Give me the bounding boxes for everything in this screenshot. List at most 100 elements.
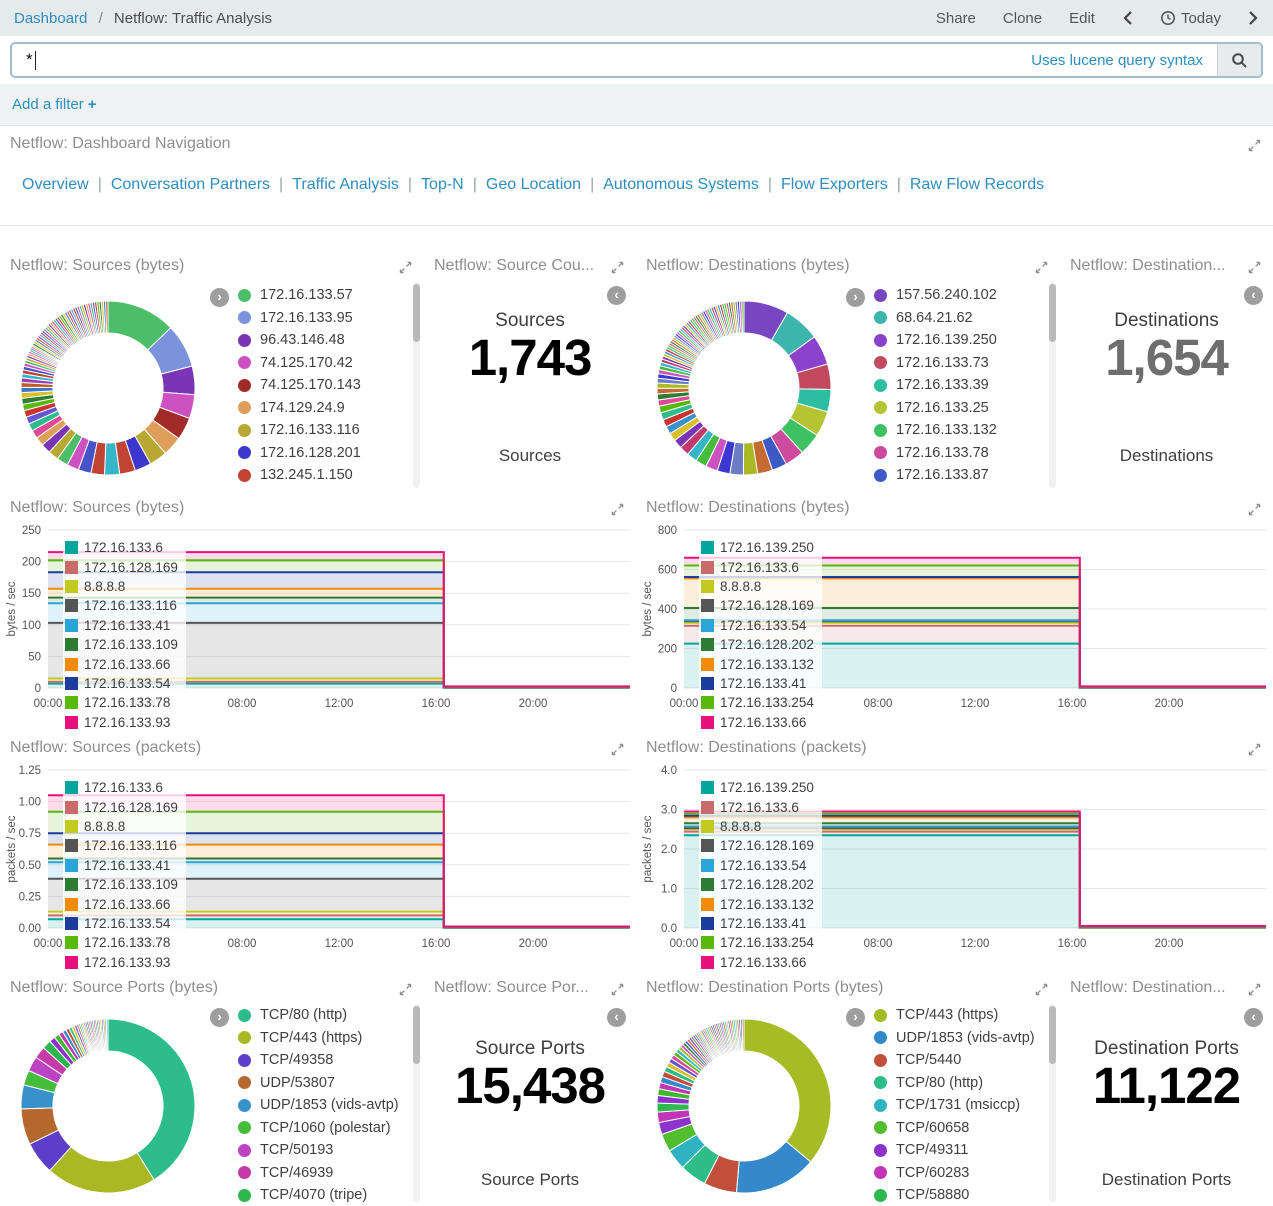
lucene-syntax-link[interactable]: Uses lucene query syntax	[1031, 52, 1217, 69]
legend-item[interactable]: 172.16.133.54	[65, 914, 178, 933]
breadcrumb-dashboard-link[interactable]: Dashboard	[14, 10, 87, 27]
legend-item[interactable]: 172.16.133.54	[65, 674, 178, 693]
legend-item[interactable]: 172.16.133.132	[701, 654, 814, 673]
legend-item[interactable]: UDP/1853 (vids-avtp)	[238, 1094, 399, 1117]
expand-panel-icon[interactable]	[1248, 139, 1261, 152]
scrollbar[interactable]	[1049, 1004, 1056, 1202]
nav-link-geo-location[interactable]: Geo Location	[486, 176, 581, 193]
legend-item[interactable]: TCP/443 (https)	[874, 1004, 1035, 1027]
scrollbar-thumb[interactable]	[413, 1006, 420, 1064]
legend-toggle-button[interactable]: ›	[846, 1008, 865, 1027]
legend-item[interactable]: 172.16.133.57	[238, 284, 361, 307]
legend-item[interactable]: 172.16.128.169	[701, 836, 814, 855]
legend-item[interactable]: 174.129.24.9	[238, 397, 361, 420]
legend-item[interactable]: TCP/58880	[874, 1184, 1035, 1206]
donut-slice[interactable]	[744, 1019, 831, 1162]
legend-item[interactable]: 172.16.133.109	[65, 635, 178, 654]
legend-item[interactable]: 172.16.128.169	[701, 596, 814, 615]
scrollbar-thumb[interactable]	[413, 284, 420, 342]
legend-item[interactable]: TCP/1731 (msiccp)	[874, 1094, 1035, 1117]
legend-item[interactable]: 172.16.133.66	[65, 654, 178, 673]
legend-item[interactable]: UDP/1853 (vids-avtp)	[874, 1027, 1035, 1050]
legend-item[interactable]: 157.56.240.102	[874, 284, 997, 307]
nav-link-conversation-partners[interactable]: Conversation Partners	[111, 176, 270, 193]
donut-slice[interactable]	[742, 301, 744, 333]
donut-slice[interactable]	[742, 1019, 744, 1051]
time-picker-button[interactable]: Today	[1160, 10, 1221, 27]
legend-item[interactable]: 74.125.170.143	[238, 374, 361, 397]
legend-item[interactable]: 8.8.8.8	[701, 577, 814, 596]
nav-link-flow-exporters[interactable]: Flow Exporters	[781, 176, 888, 193]
legend-item[interactable]: 172.16.133.66	[65, 894, 178, 913]
legend-item[interactable]: 172.16.128.169	[65, 557, 178, 576]
legend-item[interactable]: 172.16.128.169	[65, 797, 178, 816]
legend-item[interactable]: 172.16.133.66	[701, 953, 814, 972]
search-button[interactable]	[1217, 44, 1261, 76]
scrollbar[interactable]	[413, 1004, 420, 1202]
legend-item[interactable]: 172.16.139.250	[874, 329, 997, 352]
legend-item[interactable]: 172.16.133.6	[65, 778, 178, 797]
legend-item[interactable]: 172.16.133.95	[238, 307, 361, 330]
legend-item[interactable]: TCP/80 (http)	[874, 1072, 1035, 1095]
expand-panel-icon[interactable]	[1035, 983, 1048, 996]
destinations-bytes-donut-chart[interactable]	[654, 298, 834, 478]
edit-button[interactable]: Edit	[1069, 10, 1095, 27]
expand-panel-icon[interactable]	[399, 261, 412, 274]
legend-item[interactable]: TCP/46939	[238, 1162, 399, 1185]
legend-item[interactable]: 172.16.133.116	[65, 836, 178, 855]
legend-item[interactable]: 172.16.133.116	[238, 419, 361, 442]
legend-item[interactable]: 172.16.133.41	[701, 914, 814, 933]
source-ports-donut-chart[interactable]	[18, 1016, 198, 1196]
scrollbar-thumb[interactable]	[1049, 284, 1056, 342]
legend-item[interactable]: 172.16.133.25	[874, 397, 997, 420]
nav-link-overview[interactable]: Overview	[22, 176, 89, 193]
legend-item[interactable]: TCP/80 (http)	[238, 1004, 399, 1027]
legend-item[interactable]: 172.16.133.39	[874, 374, 997, 397]
time-back-button[interactable]	[1122, 10, 1133, 26]
donut-slice[interactable]	[106, 1019, 108, 1051]
legend-item[interactable]: 172.16.133.41	[65, 856, 178, 875]
donut-slice[interactable]	[108, 1019, 195, 1180]
scrollbar[interactable]	[413, 282, 420, 488]
legend-item[interactable]: 172.16.133.6	[701, 797, 814, 816]
legend-item[interactable]: 172.16.133.254	[701, 933, 814, 952]
legend-item[interactable]: 132.245.1.150	[238, 464, 361, 487]
legend-item[interactable]: TCP/4070 (tripe)	[238, 1184, 399, 1206]
legend-toggle-button[interactable]: ›	[210, 1008, 229, 1027]
legend-item[interactable]: 172.16.133.116	[65, 596, 178, 615]
legend-item[interactable]: 172.16.133.132	[874, 419, 997, 442]
legend-item[interactable]: 172.16.133.41	[701, 674, 814, 693]
search-input[interactable]: * Uses lucene query syntax	[10, 42, 1263, 78]
legend-item[interactable]: TCP/49358	[238, 1049, 399, 1072]
legend-item[interactable]: TCP/50193	[238, 1139, 399, 1162]
add-filter-link[interactable]: Add a filter+	[12, 96, 96, 113]
legend-item[interactable]: UDP/53807	[238, 1072, 399, 1095]
legend-item[interactable]: 172.16.133.93	[65, 953, 178, 972]
legend-item[interactable]: TCP/60658	[874, 1117, 1035, 1140]
legend-item[interactable]: 172.16.128.202	[701, 875, 814, 894]
legend-item[interactable]: 172.16.133.132	[701, 894, 814, 913]
legend-item[interactable]: 172.16.133.254	[701, 693, 814, 712]
legend-toggle-button[interactable]: ›	[210, 288, 229, 307]
legend-item[interactable]: 172.16.133.6	[65, 538, 178, 557]
legend-item[interactable]: 8.8.8.8	[701, 817, 814, 836]
legend-item[interactable]: TCP/5440	[874, 1049, 1035, 1072]
legend-item[interactable]: 172.16.133.78	[65, 933, 178, 952]
legend-item[interactable]: 172.16.133.78	[874, 442, 997, 465]
nav-link-traffic-analysis[interactable]: Traffic Analysis	[292, 176, 399, 193]
legend-item[interactable]: TCP/1060 (polestar)	[238, 1117, 399, 1140]
legend-item[interactable]: 172.16.133.54	[701, 616, 814, 635]
legend-item[interactable]: 172.16.133.66	[701, 713, 814, 732]
nav-link-raw-flow-records[interactable]: Raw Flow Records	[910, 176, 1044, 193]
scrollbar[interactable]	[1049, 282, 1056, 488]
legend-item[interactable]: 8.8.8.8	[65, 817, 178, 836]
legend-item[interactable]: TCP/49311	[874, 1139, 1035, 1162]
expand-panel-icon[interactable]	[399, 983, 412, 996]
legend-item[interactable]: 172.16.133.109	[65, 875, 178, 894]
legend-item[interactable]: 74.125.170.42	[238, 352, 361, 375]
clone-button[interactable]: Clone	[1003, 10, 1042, 27]
legend-item[interactable]: 172.16.133.6	[701, 557, 814, 576]
legend-item[interactable]: 8.8.8.8	[65, 577, 178, 596]
legend-item[interactable]: 172.16.128.202	[701, 635, 814, 654]
legend-item[interactable]: TCP/443 (https)	[238, 1027, 399, 1050]
